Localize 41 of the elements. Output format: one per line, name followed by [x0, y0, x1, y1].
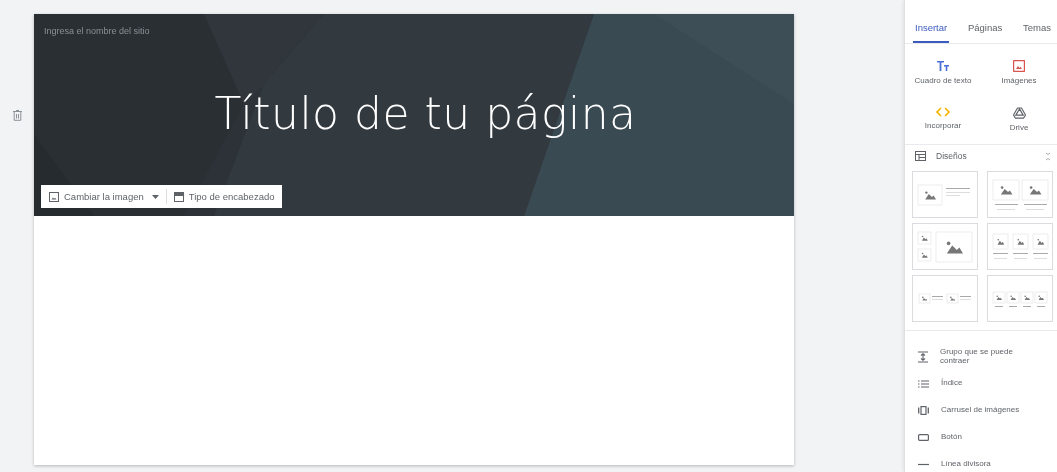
divider-icon	[918, 463, 929, 466]
layout-icon	[915, 151, 926, 161]
header-layout-icon	[173, 191, 184, 202]
image-icon	[1013, 60, 1025, 72]
component-item[interactable]: Carrusel de imágenes	[905, 397, 1057, 424]
toolbar-button[interactable]: Tipo de encabezado	[169, 185, 279, 208]
layout-option[interactable]	[987, 171, 1053, 218]
layout-thumbnail-drawing	[991, 233, 1049, 260]
site-name-field[interactable]: Ingresa el nombre del sitio	[44, 26, 244, 36]
toolbar-button[interactable]: Cambiar la imagen	[45, 185, 163, 208]
layout-option[interactable]	[987, 223, 1053, 270]
layout-option[interactable]	[987, 275, 1053, 322]
image-icon	[49, 191, 59, 202]
component-item[interactable]: Índice	[905, 370, 1057, 397]
caret-icon	[151, 194, 159, 199]
layout-thumbnail-drawing	[918, 293, 972, 304]
text-format-icon	[936, 60, 950, 72]
insert-item[interactable]: Incorporar	[905, 107, 981, 132]
layout-option[interactable]	[912, 171, 978, 218]
component-item[interactable]: Botón	[905, 424, 1057, 451]
layout-thumbnail-drawing	[992, 290, 1048, 307]
panel-tab[interactable]: Páginas	[965, 22, 1005, 43]
panel-tab[interactable]: Temas	[1021, 22, 1053, 43]
layout-thumbnail-drawing	[991, 178, 1049, 211]
collapse-icon	[918, 350, 928, 363]
insert-item[interactable]: Imágenes	[981, 60, 1057, 85]
list-icon	[918, 379, 929, 388]
trash-icon[interactable]	[12, 110, 22, 121]
carousel-icon	[918, 406, 929, 415]
panel-tab[interactable]: Insertar	[913, 22, 950, 43]
page-title[interactable]: Título de tu página	[64, 88, 787, 139]
code-icon	[936, 107, 950, 117]
drive-icon	[1012, 107, 1026, 119]
layout-thumbnail-drawing	[917, 230, 973, 263]
button-icon	[918, 434, 929, 441]
insert-item[interactable]: Drive	[981, 107, 1057, 132]
component-item[interactable]: Línea divisora	[905, 451, 1057, 472]
layouts-header[interactable]: Diseños	[905, 145, 1057, 167]
component-item[interactable]: Grupo que se puede contraer	[905, 343, 1057, 370]
layout-option[interactable]	[912, 223, 978, 270]
insert-item[interactable]: Cuadro de texto	[905, 60, 981, 85]
